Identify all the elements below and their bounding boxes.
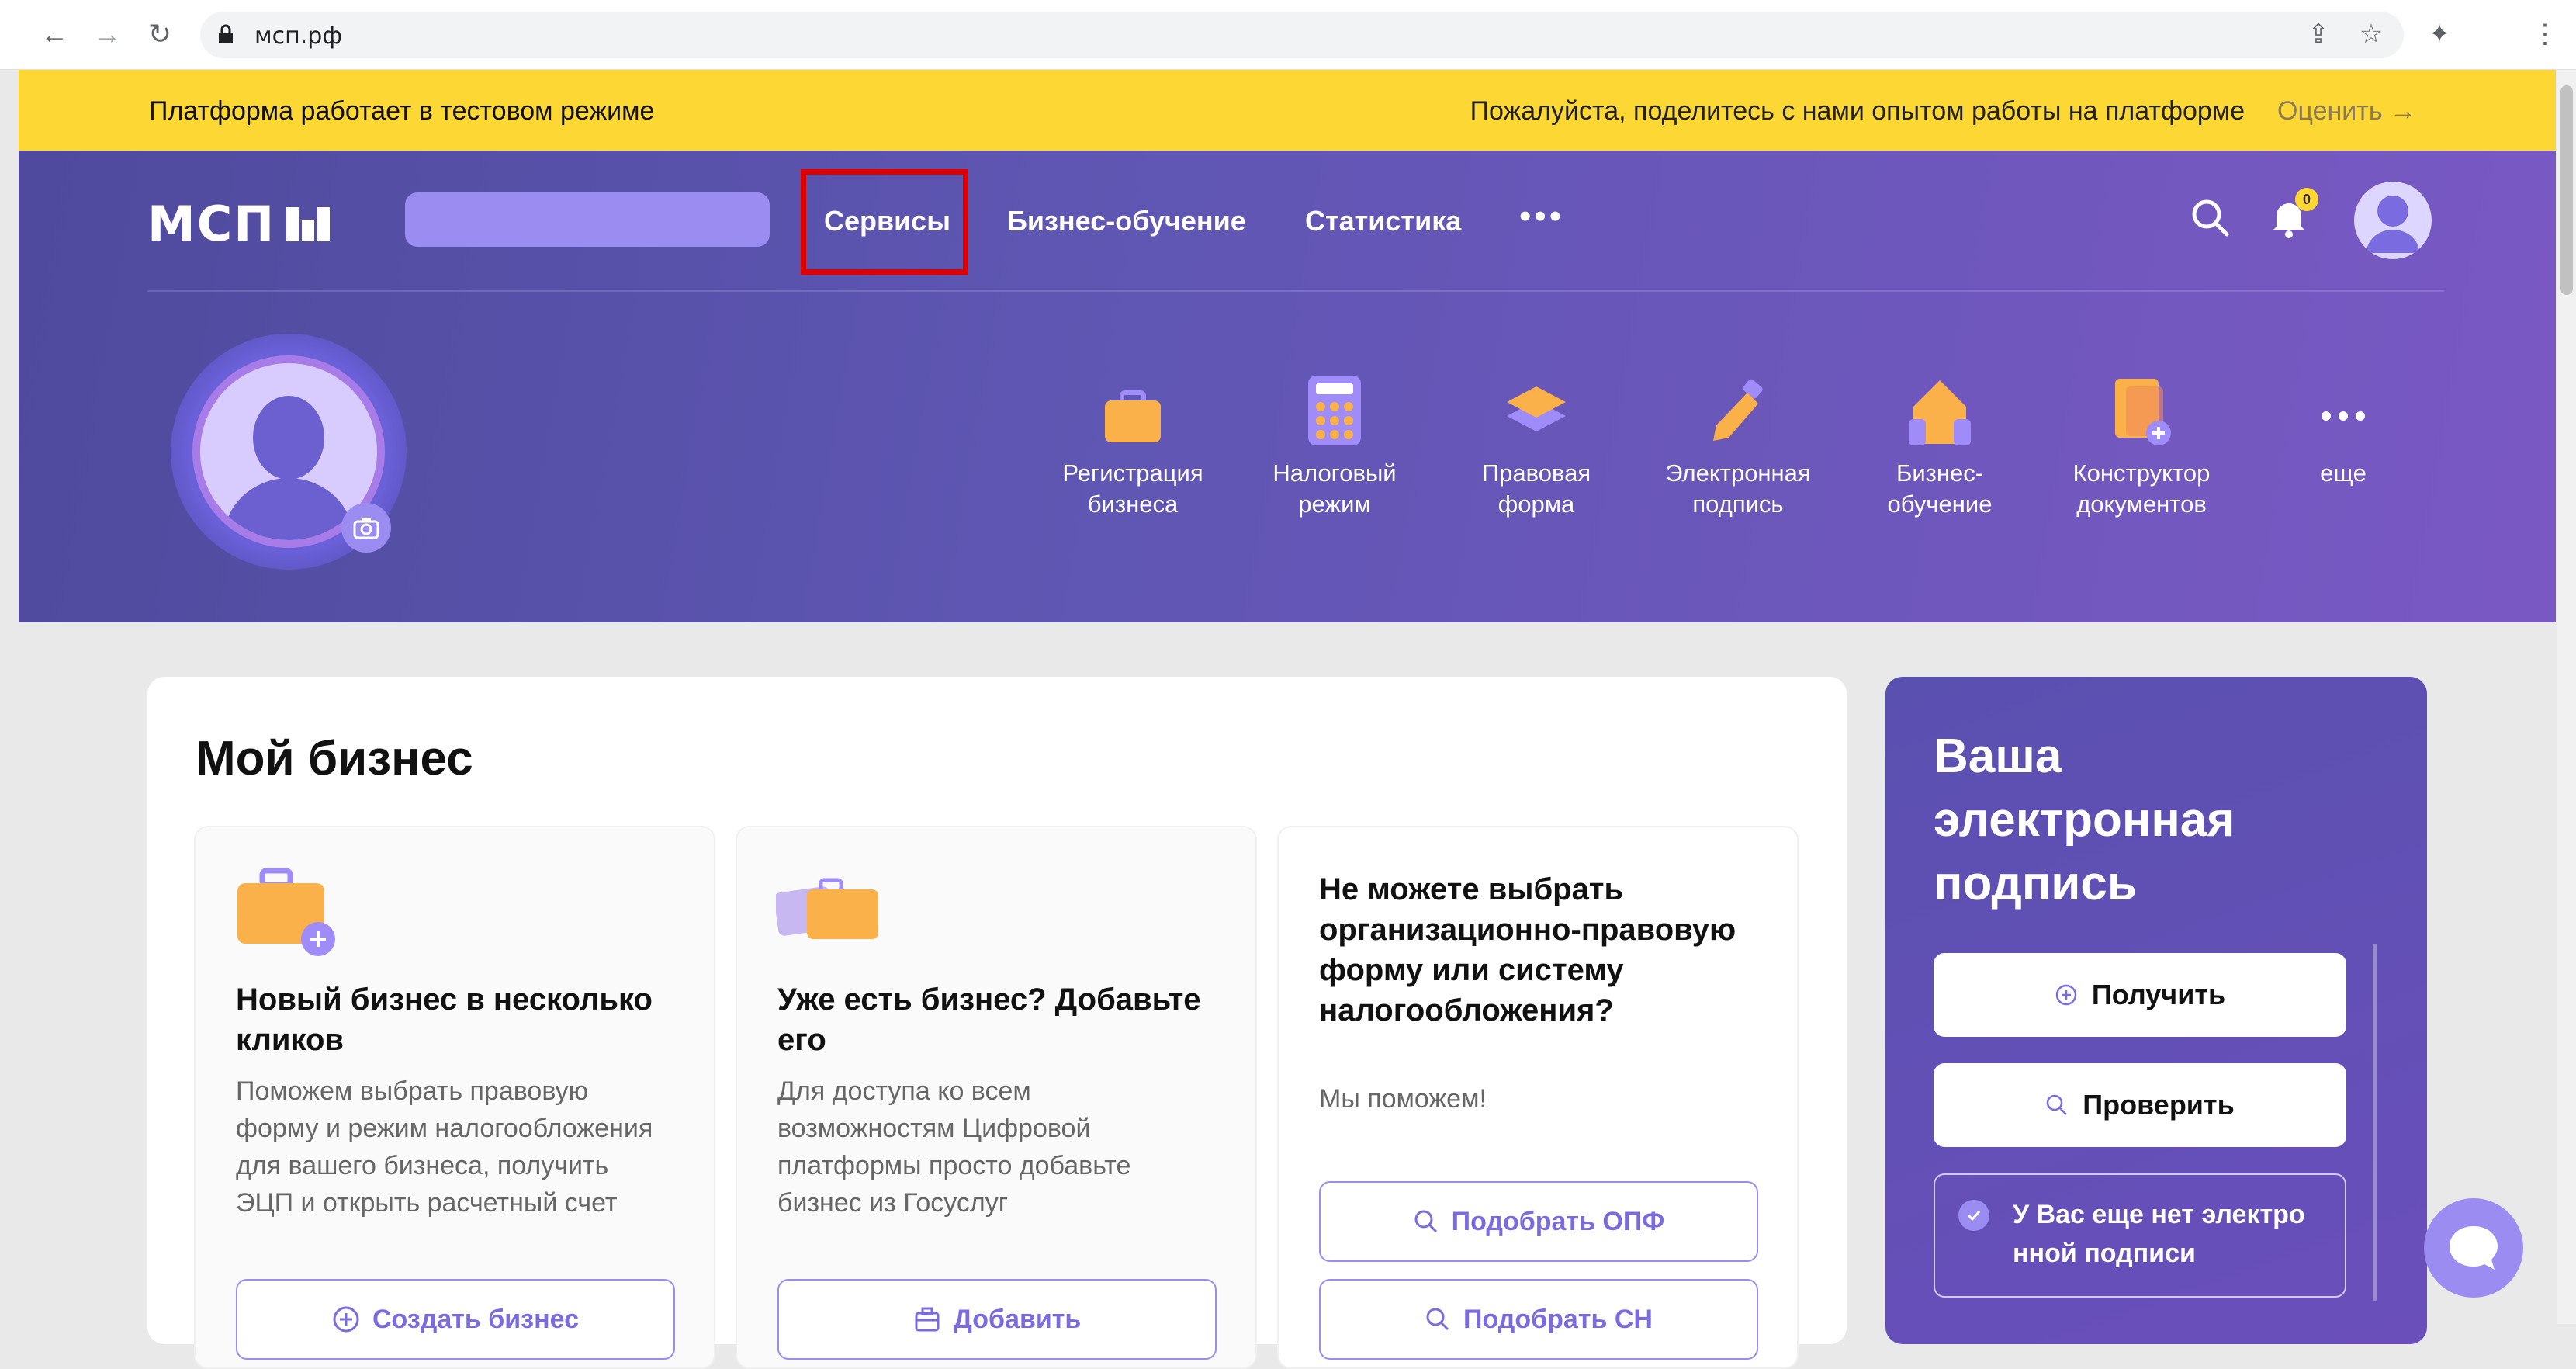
- new-business-text: Поможем выбрать правовую форму и режим н…: [236, 1076, 653, 1218]
- chat-bubble-icon: [2450, 1226, 2498, 1270]
- signature-scrollbar[interactable]: [2373, 944, 2377, 1301]
- existing-business-title: Уже есть бизнес? Добавьте его: [777, 983, 1201, 1057]
- service-label: форма: [1497, 490, 1575, 518]
- chat-button[interactable]: [2424, 1198, 2523, 1298]
- extensions-icon[interactable]: ✦: [2422, 17, 2457, 51]
- service-doc-constructor[interactable]: Конструктор документов: [2056, 376, 2227, 520]
- e-signature-title: Ваша электронная подпись: [1934, 730, 2235, 910]
- new-business-title: Новый бизнес в несколько кликов: [236, 983, 653, 1057]
- no-signature-notice: У Вас еще нет электро нной подписи: [1934, 1173, 2346, 1298]
- new-business-card: Новый бизнес в несколько кликов Поможем …: [194, 826, 715, 1369]
- search-icon: [1414, 1210, 1437, 1233]
- logo-text: МСП: [147, 196, 276, 252]
- existing-business-card: Уже есть бизнес? Добавьте его Для доступ…: [736, 826, 1257, 1369]
- browser-toolbar: ← → ↻ мсп.рф ⇪ ☆ ✦ ⋮: [0, 0, 2576, 70]
- profile-avatar[interactable]: [171, 334, 407, 570]
- camera-icon[interactable]: [341, 503, 391, 553]
- help-choose-text: Мы поможем!: [1319, 1084, 1487, 1114]
- service-label: Правовая: [1481, 459, 1591, 487]
- address-bar[interactable]: мсп.рф: [200, 12, 2404, 58]
- user-avatar[interactable]: [2354, 182, 2432, 259]
- get-signature-label: Получить: [2091, 979, 2226, 1010]
- choose-tax-system-button[interactable]: Подобрать СН: [1319, 1279, 1758, 1360]
- service-label: бизнеса: [1087, 490, 1179, 518]
- layers-icon: [1505, 376, 1567, 445]
- search-icon: [2047, 1094, 2068, 1115]
- no-signature-text: У Вас еще нет электро нной подписи: [2013, 1200, 2305, 1268]
- lock-icon: [219, 24, 233, 43]
- reload-icon[interactable]: ↻: [143, 17, 177, 51]
- check-signature-button[interactable]: Проверить: [1934, 1063, 2346, 1147]
- notification-badge: 0: [2295, 188, 2318, 211]
- my-business-card: Мой бизнес Новый бизнес в несколько клик…: [147, 677, 1847, 1369]
- service-legal-form[interactable]: Правовая форма: [1451, 376, 1622, 520]
- briefcase-icon: [1102, 376, 1164, 445]
- add-business-label: Добавить: [953, 1304, 1082, 1334]
- service-e-signature[interactable]: Электронная подпись: [1653, 376, 1823, 520]
- service-label: документов: [2076, 490, 2207, 518]
- url-text: мсп.рф: [254, 23, 342, 50]
- search-icon: [1426, 1308, 1449, 1331]
- nav-more-icon[interactable]: •••: [1519, 197, 1564, 236]
- feedback-text: Пожалуйста, поделитесь с нами опытом раб…: [1470, 96, 2245, 126]
- plus-circle-icon: [333, 1306, 359, 1333]
- check-signature-label: Проверить: [2083, 1089, 2235, 1121]
- menu-kebab-icon[interactable]: ⋮: [2528, 17, 2562, 51]
- existing-business-text: Для доступа ко всем возможностям Цифрово…: [777, 1076, 1131, 1218]
- rate-link[interactable]: Оценить →: [2277, 96, 2416, 127]
- get-signature-button[interactable]: Получить: [1934, 953, 2346, 1037]
- site-header: МСП Сервисы Бизнес-обучение Статистика •…: [19, 151, 2556, 622]
- briefcases-icon: [776, 878, 878, 939]
- plus-circle-icon: [2055, 984, 2077, 1006]
- create-business-button[interactable]: Создать бизнес: [236, 1279, 675, 1360]
- page-scrollbar-thumb[interactable]: [2560, 85, 2573, 295]
- service-label: Бизнес-: [1896, 459, 1984, 487]
- service-tax-regime[interactable]: Налоговый режим: [1249, 376, 1420, 520]
- service-label: Налоговый: [1272, 459, 1397, 487]
- briefcase-outline-icon: [915, 1307, 940, 1332]
- my-business-title: Мой бизнес: [196, 732, 473, 785]
- test-mode-banner: Платформа работает в тестовом режиме Пож…: [19, 70, 2556, 151]
- e-signature-card: Ваша электронная подпись Получить Провер…: [1885, 677, 2427, 1344]
- check-icon: [1958, 1200, 1989, 1231]
- service-label: Конструктор: [2072, 459, 2211, 487]
- nav-services[interactable]: Сервисы: [824, 205, 950, 237]
- avatar-person-icon: [2367, 196, 2419, 253]
- briefcase-plus-icon: [237, 868, 335, 956]
- bookmark-star-icon[interactable]: ☆: [2354, 17, 2388, 51]
- service-label: Регистрация: [1062, 459, 1203, 487]
- service-business-education[interactable]: Бизнес-обучение: [1854, 376, 2025, 520]
- choose-tax-system-label: Подобрать СН: [1463, 1304, 1653, 1334]
- logo-mark-icon: [286, 206, 331, 241]
- header-divider: [147, 290, 2444, 292]
- pen-icon: [1707, 376, 1769, 445]
- feedback-prompt: Пожалуйста, поделитесь с нами опытом раб…: [1470, 96, 2416, 127]
- share-icon[interactable]: ⇪: [2301, 17, 2335, 51]
- service-registration[interactable]: Регистрация бизнеса: [1047, 376, 1218, 520]
- more-dots-icon: [2312, 376, 2374, 445]
- calculator-icon: [1304, 376, 1366, 445]
- search-icon[interactable]: [2186, 194, 2233, 241]
- back-icon[interactable]: ←: [37, 17, 71, 51]
- msp-logo[interactable]: МСП: [147, 196, 331, 252]
- choose-opf-button[interactable]: Подобрать ОПФ: [1319, 1181, 1758, 1262]
- service-label: еще: [2320, 459, 2367, 487]
- add-business-button[interactable]: Добавить: [777, 1279, 1217, 1360]
- create-business-label: Создать бизнес: [372, 1304, 579, 1334]
- service-label: обучение: [1887, 490, 1993, 518]
- forward-icon[interactable]: →: [90, 17, 124, 51]
- choose-opf-label: Подобрать ОПФ: [1451, 1206, 1665, 1236]
- service-label: режим: [1298, 490, 1371, 518]
- help-choose-title: Не можете выбрать организационно-правову…: [1319, 872, 1736, 1028]
- help-choose-card: Не можете выбрать организационно-правову…: [1277, 826, 1799, 1369]
- service-label: Электронная: [1665, 459, 1811, 487]
- nav-statistics[interactable]: Статистика: [1305, 205, 1461, 237]
- nav-business-education[interactable]: Бизнес-обучение: [1007, 205, 1246, 237]
- header-search-field[interactable]: [405, 192, 770, 247]
- test-mode-text: Платформа работает в тестовом режиме: [149, 96, 655, 126]
- document-plus-icon: [2110, 376, 2173, 445]
- service-label: подпись: [1692, 490, 1784, 518]
- service-more[interactable]: еще: [2258, 376, 2429, 489]
- house-icon: [1909, 376, 1971, 445]
